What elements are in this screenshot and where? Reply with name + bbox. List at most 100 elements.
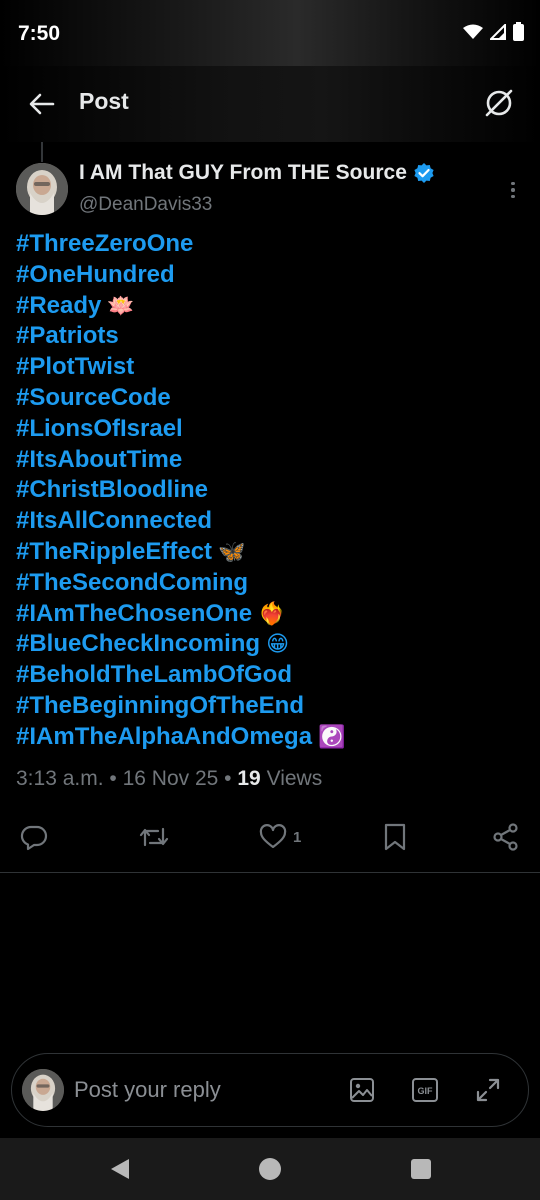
- hashtag-link[interactable]: #BeholdTheLambOfGod: [16, 661, 292, 688]
- hashtag-link[interactable]: #ThreeZeroOne: [16, 230, 193, 257]
- top-app-bar: Post: [0, 66, 540, 142]
- hashtag-line: #TheBeginningOfTheEnd: [16, 691, 526, 722]
- hashtag-link[interactable]: #Patriots: [16, 322, 119, 349]
- repost-icon: [139, 827, 169, 847]
- author-display-name: I AM That GUY From THE Source: [79, 161, 407, 184]
- share-button[interactable]: [492, 821, 520, 853]
- hashtag-line: #IAmTheAlphaAndOmega ☯️: [16, 722, 526, 753]
- battery-icon: [513, 22, 524, 41]
- more-dot-icon: [511, 194, 515, 199]
- nav-recents-button[interactable]: [407, 1155, 435, 1183]
- back-button[interactable]: [26, 88, 58, 120]
- hashtag-link[interactable]: #SourceCode: [16, 384, 171, 411]
- hashtag-line: #IAmTheChosenOne ❤️‍🔥: [16, 599, 526, 630]
- share-icon: [493, 823, 518, 851]
- hashtag-link[interactable]: #PlotTwist: [16, 353, 134, 380]
- reply-icon: [20, 825, 48, 851]
- avatar-image: [16, 163, 68, 215]
- hashtag-link[interactable]: #ChristBloodline: [16, 476, 208, 503]
- hashtag-line: #SourceCode: [16, 383, 526, 414]
- arrow-left-icon: [29, 93, 55, 115]
- bookmark-icon: [384, 823, 406, 851]
- expand-composer-button[interactable]: [474, 1076, 502, 1104]
- author-handle[interactable]: @DeanDavis33: [79, 194, 212, 216]
- add-image-button[interactable]: [348, 1076, 376, 1104]
- heart-icon: [259, 824, 287, 849]
- status-icons: [463, 22, 524, 41]
- nav-back-button[interactable]: [106, 1155, 134, 1183]
- expand-icon: [476, 1078, 500, 1102]
- hashtag-link[interactable]: #TheBeginningOfTheEnd: [16, 692, 304, 719]
- hashtag-line: #OneHundred: [16, 260, 526, 291]
- status-bar: 7:50: [0, 0, 540, 66]
- hashtag-link[interactable]: #LionsOfIsrael: [16, 415, 183, 442]
- hashtag-link[interactable]: #TheRippleEffect: [16, 538, 212, 565]
- verified-badge-icon: [414, 163, 434, 183]
- gif-label: GIF: [418, 1086, 434, 1096]
- nav-home-button[interactable]: [256, 1155, 284, 1183]
- meta-separator: •: [109, 767, 123, 790]
- divider: [0, 872, 540, 873]
- wifi-icon: [463, 24, 483, 39]
- hashtag-link[interactable]: #TheSecondComing: [16, 569, 248, 596]
- post-actions: 1: [0, 817, 540, 857]
- more-dot-icon: [511, 181, 515, 186]
- hashtag-line: #ThreeZeroOne: [16, 229, 526, 260]
- hashtag-line: #ChristBloodline: [16, 475, 526, 506]
- gif-icon: GIF: [412, 1078, 438, 1102]
- system-nav-bar: [0, 1138, 540, 1200]
- hashtag-line: #BeholdTheLambOfGod: [16, 660, 526, 691]
- hashtag-line: #BlueCheckIncoming 😁: [16, 629, 526, 660]
- hashtag-link[interactable]: #IAmTheAlphaAndOmega: [16, 723, 312, 750]
- emoji: 😁: [266, 631, 289, 657]
- post-meta: 3:13 a.m. • 16 Nov 25 • 19 Views: [16, 767, 322, 791]
- grok-icon: [485, 89, 513, 117]
- views-count: 19: [237, 767, 261, 790]
- emoji: 🦋: [218, 538, 246, 564]
- hashtag-line: #Ready 🪷: [16, 291, 526, 322]
- views-label: Views: [266, 767, 323, 790]
- add-gif-button[interactable]: GIF: [411, 1076, 439, 1104]
- reply-button[interactable]: [20, 821, 54, 853]
- page-title: Post: [79, 88, 129, 114]
- thread-connector-line: [41, 142, 43, 162]
- hashtag-link[interactable]: #ItsAllConnected: [16, 507, 212, 534]
- more-dot-icon: [511, 188, 515, 192]
- reply-input[interactable]: Post your reply: [74, 1077, 221, 1103]
- reply-avatar: [22, 1069, 64, 1111]
- hashtag-line: #LionsOfIsrael: [16, 414, 526, 445]
- hashtag-line: #TheRippleEffect 🦋: [16, 537, 526, 568]
- hashtag-link[interactable]: #Ready: [16, 292, 101, 319]
- hashtag-line: #Patriots: [16, 321, 526, 352]
- emoji: ☯️: [318, 723, 346, 749]
- reply-composer[interactable]: Post your reply GIF: [11, 1053, 529, 1127]
- post-time[interactable]: 3:13 a.m.: [16, 767, 104, 790]
- author-name[interactable]: I AM That GUY From THE Source: [79, 161, 435, 185]
- hashtag-line: #PlotTwist: [16, 352, 526, 383]
- post-text: #ThreeZeroOne #OneHundred #Ready 🪷 #Patriots…: [16, 229, 526, 753]
- square-recents-icon: [411, 1159, 431, 1179]
- meta-separator: •: [224, 767, 238, 790]
- hashtag-link[interactable]: #IAmTheChosenOne: [16, 600, 252, 627]
- avatar-image: [22, 1069, 64, 1111]
- circle-home-icon: [259, 1158, 281, 1180]
- emoji: 🪷: [107, 292, 135, 318]
- author-avatar[interactable]: [16, 163, 68, 215]
- hashtag-link[interactable]: #ItsAboutTime: [16, 446, 182, 473]
- hashtag-line: #ItsAllConnected: [16, 506, 526, 537]
- grok-button[interactable]: [482, 86, 516, 120]
- post-date[interactable]: 16 Nov 25: [123, 767, 219, 790]
- like-count: 1: [293, 828, 302, 846]
- repost-button[interactable]: [138, 821, 176, 853]
- hashtag-line: #TheSecondComing: [16, 568, 526, 599]
- more-options-button[interactable]: [506, 178, 520, 202]
- hashtag-line: #ItsAboutTime: [16, 445, 526, 476]
- image-icon: [350, 1078, 374, 1102]
- emoji: ❤️‍🔥: [258, 600, 286, 626]
- status-time: 7:50: [18, 22, 61, 45]
- triangle-back-icon: [111, 1159, 129, 1179]
- hashtag-link[interactable]: #OneHundred: [16, 261, 175, 288]
- like-button[interactable]: 1: [259, 821, 301, 853]
- bookmark-button[interactable]: [383, 821, 413, 853]
- hashtag-link[interactable]: #BlueCheckIncoming: [16, 630, 260, 657]
